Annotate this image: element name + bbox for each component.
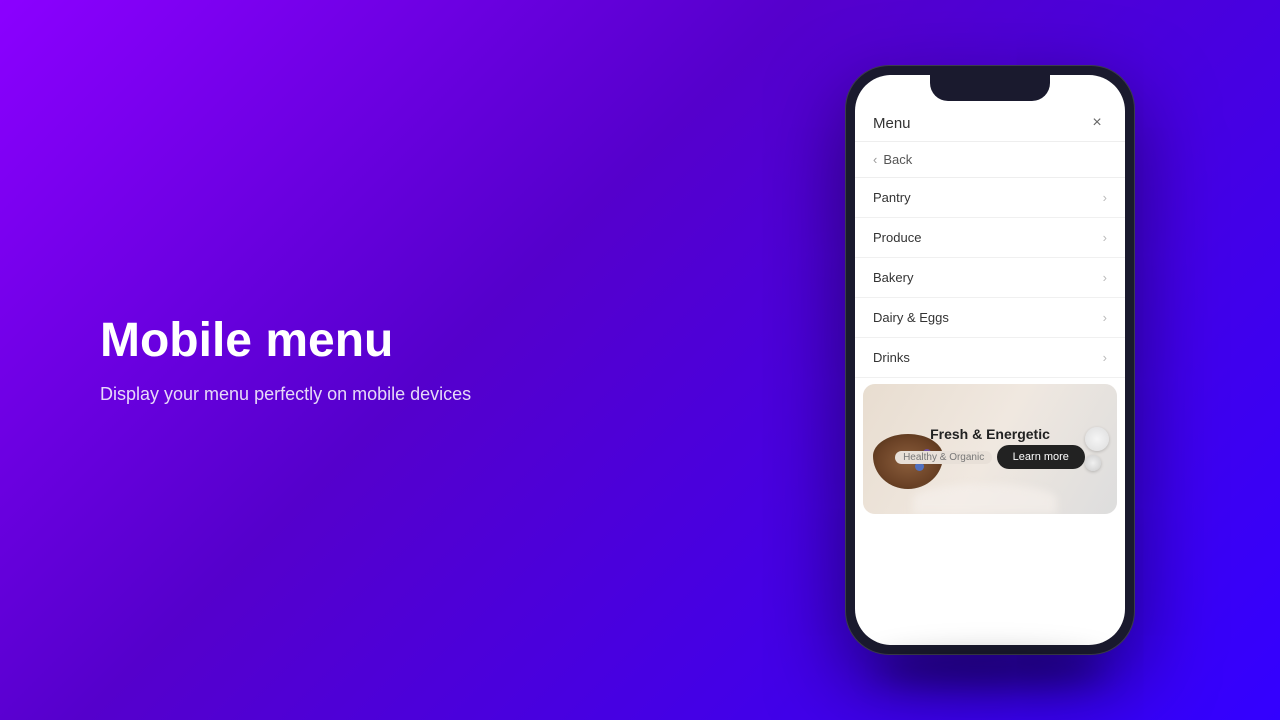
chevron-right-icon: › <box>1103 270 1107 285</box>
chevron-right-icon: › <box>1103 230 1107 245</box>
menu-title: Menu <box>873 115 911 132</box>
back-chevron-icon: ‹ <box>873 152 877 167</box>
menu-item-label: Dairy & Eggs <box>873 310 949 325</box>
flour-decoration <box>913 484 1057 514</box>
learn-more-button[interactable]: Learn more <box>997 445 1085 469</box>
menu-item-drinks[interactable]: Drinks › <box>855 338 1125 378</box>
menu-item-label: Pantry <box>873 190 911 205</box>
banner-text: Fresh & Energetic Healthy & Organic Lear… <box>895 426 1085 472</box>
chevron-right-icon: › <box>1103 190 1107 205</box>
spice-decoration <box>1085 427 1109 471</box>
close-button[interactable]: × <box>1087 113 1107 133</box>
chevron-right-icon: › <box>1103 350 1107 365</box>
menu-item-dairy[interactable]: Dairy & Eggs › <box>855 298 1125 338</box>
spice-ball-large <box>1085 427 1109 451</box>
menu-item-produce[interactable]: Produce › <box>855 218 1125 258</box>
phone-container: Menu × ‹ Back Pantry › Produce › <box>760 65 1280 655</box>
menu-item-label: Drinks <box>873 350 910 365</box>
back-label: Back <box>883 152 912 167</box>
phone-screen: Menu × ‹ Back Pantry › Produce › <box>855 75 1125 645</box>
back-row[interactable]: ‹ Back <box>855 142 1125 178</box>
spice-ball-small <box>1085 455 1101 471</box>
menu-header: Menu × <box>855 105 1125 142</box>
screen-content: Menu × ‹ Back Pantry › Produce › <box>855 75 1125 645</box>
chevron-right-icon: › <box>1103 310 1107 325</box>
menu-item-label: Bakery <box>873 270 913 285</box>
banner-title: Fresh & Energetic <box>895 426 1085 442</box>
left-panel: Mobile menu Display your menu perfectly … <box>0 315 760 405</box>
phone-notch <box>930 75 1050 101</box>
menu-item-label: Produce <box>873 230 921 245</box>
banner-subtitle: Healthy & Organic <box>895 451 992 464</box>
menu-item-pantry[interactable]: Pantry › <box>855 178 1125 218</box>
phone-shell: Menu × ‹ Back Pantry › Produce › <box>845 65 1135 655</box>
promo-banner: Fresh & Energetic Healthy & Organic Lear… <box>863 384 1117 514</box>
page-title: Mobile menu <box>100 315 760 368</box>
menu-item-bakery[interactable]: Bakery › <box>855 258 1125 298</box>
page-subtitle: Display your menu perfectly on mobile de… <box>100 384 760 405</box>
